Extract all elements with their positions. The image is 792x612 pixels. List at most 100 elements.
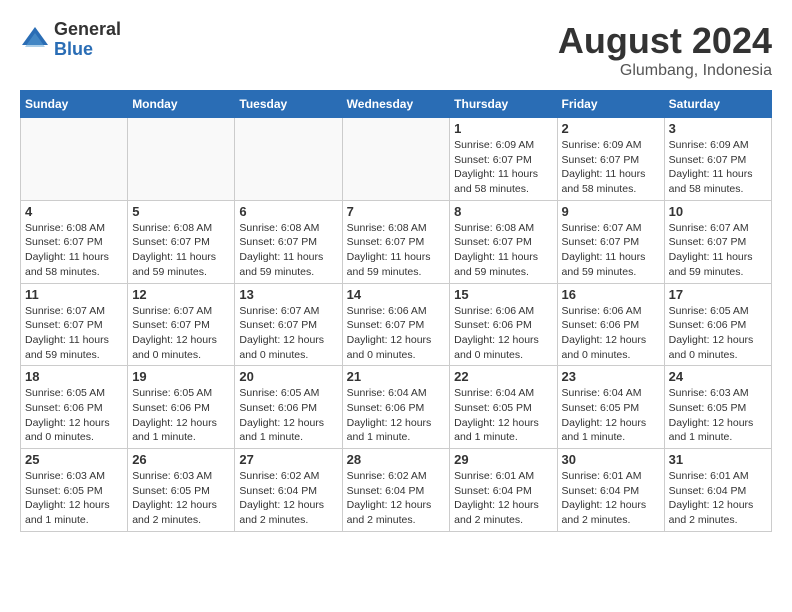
day-info: Sunrise: 6:09 AM Sunset: 6:07 PM Dayligh… [454, 138, 552, 197]
day-info: Sunrise: 6:08 AM Sunset: 6:07 PM Dayligh… [25, 221, 123, 280]
calendar-table: Sunday Monday Tuesday Wednesday Thursday… [20, 90, 772, 532]
table-row: 21 Sunrise: 6:04 AM Sunset: 6:06 PM Dayli… [342, 366, 450, 449]
day-info: Sunrise: 6:02 AM Sunset: 6:04 PM Dayligh… [347, 469, 446, 528]
table-row: 19Sunrise: 6:05 AM Sunset: 6:06 PM Dayli… [128, 366, 235, 449]
day-info: Sunrise: 6:09 AM Sunset: 6:07 PM Dayligh… [669, 138, 767, 197]
day-info: Sunrise: 6:01 AM Sunset: 6:04 PM Dayligh… [454, 469, 552, 528]
table-row: 4 Sunrise: 6:08 AM Sunset: 6:07 PM Daylig… [21, 200, 128, 283]
table-row: 16Sunrise: 6:06 AM Sunset: 6:06 PM Dayli… [557, 283, 664, 366]
page-header: General Blue August 2024 Glumbang, Indon… [20, 20, 772, 80]
table-row: 22 Sunrise: 6:04 AM Sunset: 6:05 PM Dayli… [450, 366, 557, 449]
logo: General Blue [20, 20, 121, 60]
day-info: Sunrise: 6:09 AM Sunset: 6:07 PM Dayligh… [562, 138, 660, 197]
day-info: Sunrise: 6:03 AM Sunset: 6:05 PM Dayligh… [25, 469, 123, 528]
table-row: 13 Sunrise: 6:07 AM Sunset: 6:07 PM Dayli… [235, 283, 342, 366]
day-info: Sunrise: 6:04 AM Sunset: 6:05 PM Dayligh… [562, 386, 660, 445]
header-thursday: Thursday [450, 91, 557, 118]
day-info: Sunrise: 6:07 AM Sunset: 6:07 PM Dayligh… [132, 304, 230, 363]
logo-general-text: General [54, 20, 121, 40]
day-info: Sunrise: 6:04 AM Sunset: 6:05 PM Dayligh… [454, 386, 552, 445]
day-info: Sunrise: 6:07 AM Sunset: 6:07 PM Dayligh… [562, 221, 660, 280]
day-info: Sunrise: 6:08 AM Sunset: 6:07 PM Dayligh… [132, 221, 230, 280]
table-row: 23 Sunrise: 6:04 AM Sunset: 6:05 PM Dayli… [557, 366, 664, 449]
table-row: 28 Sunrise: 6:02 AM Sunset: 6:04 PM Dayli… [342, 449, 450, 532]
day-number: 12 [132, 287, 230, 302]
table-row: 29Sunrise: 6:01 AM Sunset: 6:04 PM Dayli… [450, 449, 557, 532]
day-number: 8 [454, 204, 552, 219]
location: Glumbang, Indonesia [558, 62, 772, 80]
day-info: Sunrise: 6:06 AM Sunset: 6:06 PM Dayligh… [454, 304, 552, 363]
table-row: 2Sunrise: 6:09 AM Sunset: 6:07 PM Daylig… [557, 118, 664, 201]
day-info: Sunrise: 6:07 AM Sunset: 6:07 PM Dayligh… [25, 304, 123, 363]
table-row [342, 118, 450, 201]
table-row: 27 Sunrise: 6:02 AM Sunset: 6:04 PM Dayli… [235, 449, 342, 532]
day-number: 1 [454, 121, 552, 136]
header-saturday: Saturday [664, 91, 771, 118]
header-tuesday: Tuesday [235, 91, 342, 118]
header-wednesday: Wednesday [342, 91, 450, 118]
day-number: 4 [25, 204, 123, 219]
day-info: Sunrise: 6:07 AM Sunset: 6:07 PM Dayligh… [239, 304, 337, 363]
day-number: 25 [25, 452, 123, 467]
table-row [235, 118, 342, 201]
day-number: 22 [454, 369, 552, 384]
day-number: 21 [347, 369, 446, 384]
table-row: 1 Sunrise: 6:09 AM Sunset: 6:07 PM Daylig… [450, 118, 557, 201]
day-number: 19 [132, 369, 230, 384]
day-number: 23 [562, 369, 660, 384]
calendar-header-row: Sunday Monday Tuesday Wednesday Thursday… [21, 91, 772, 118]
calendar-week-row: 11 Sunrise: 6:07 AM Sunset: 6:07 PM Dayli… [21, 283, 772, 366]
header-friday: Friday [557, 91, 664, 118]
calendar-week-row: 18 Sunrise: 6:05 AM Sunset: 6:06 PM Dayli… [21, 366, 772, 449]
calendar-week-row: 4 Sunrise: 6:08 AM Sunset: 6:07 PM Daylig… [21, 200, 772, 283]
day-info: Sunrise: 6:04 AM Sunset: 6:06 PM Dayligh… [347, 386, 446, 445]
day-info: Sunrise: 6:03 AM Sunset: 6:05 PM Dayligh… [132, 469, 230, 528]
day-number: 10 [669, 204, 767, 219]
day-number: 5 [132, 204, 230, 219]
day-info: Sunrise: 6:08 AM Sunset: 6:07 PM Dayligh… [454, 221, 552, 280]
logo-icon [20, 25, 50, 55]
day-number: 11 [25, 287, 123, 302]
calendar-week-row: 1 Sunrise: 6:09 AM Sunset: 6:07 PM Daylig… [21, 118, 772, 201]
header-monday: Monday [128, 91, 235, 118]
day-info: Sunrise: 6:07 AM Sunset: 6:07 PM Dayligh… [669, 221, 767, 280]
table-row: 18 Sunrise: 6:05 AM Sunset: 6:06 PM Dayli… [21, 366, 128, 449]
day-info: Sunrise: 6:01 AM Sunset: 6:04 PM Dayligh… [562, 469, 660, 528]
day-number: 15 [454, 287, 552, 302]
table-row: 5 Sunrise: 6:08 AM Sunset: 6:07 PM Daylig… [128, 200, 235, 283]
day-number: 27 [239, 452, 337, 467]
day-info: Sunrise: 6:05 AM Sunset: 6:06 PM Dayligh… [239, 386, 337, 445]
table-row: 31 Sunrise: 6:01 AM Sunset: 6:04 PM Dayli… [664, 449, 771, 532]
day-number: 14 [347, 287, 446, 302]
table-row [128, 118, 235, 201]
day-number: 31 [669, 452, 767, 467]
day-number: 7 [347, 204, 446, 219]
day-info: Sunrise: 6:03 AM Sunset: 6:05 PM Dayligh… [669, 386, 767, 445]
table-row: 3Sunrise: 6:09 AM Sunset: 6:07 PM Daylig… [664, 118, 771, 201]
day-info: Sunrise: 6:02 AM Sunset: 6:04 PM Dayligh… [239, 469, 337, 528]
header-sunday: Sunday [21, 91, 128, 118]
day-number: 28 [347, 452, 446, 467]
table-row: 24Sunrise: 6:03 AM Sunset: 6:05 PM Dayli… [664, 366, 771, 449]
day-number: 18 [25, 369, 123, 384]
table-row: 11 Sunrise: 6:07 AM Sunset: 6:07 PM Dayli… [21, 283, 128, 366]
table-row: 25 Sunrise: 6:03 AM Sunset: 6:05 PM Dayli… [21, 449, 128, 532]
table-row: 20 Sunrise: 6:05 AM Sunset: 6:06 PM Dayli… [235, 366, 342, 449]
day-number: 13 [239, 287, 337, 302]
day-number: 20 [239, 369, 337, 384]
table-row: 30Sunrise: 6:01 AM Sunset: 6:04 PM Dayli… [557, 449, 664, 532]
calendar-week-row: 25 Sunrise: 6:03 AM Sunset: 6:05 PM Dayli… [21, 449, 772, 532]
table-row: 7 Sunrise: 6:08 AM Sunset: 6:07 PM Daylig… [342, 200, 450, 283]
table-row [21, 118, 128, 201]
day-info: Sunrise: 6:05 AM Sunset: 6:06 PM Dayligh… [25, 386, 123, 445]
day-number: 6 [239, 204, 337, 219]
day-info: Sunrise: 6:08 AM Sunset: 6:07 PM Dayligh… [239, 221, 337, 280]
day-info: Sunrise: 6:01 AM Sunset: 6:04 PM Dayligh… [669, 469, 767, 528]
table-row: 14 Sunrise: 6:06 AM Sunset: 6:07 PM Dayli… [342, 283, 450, 366]
day-info: Sunrise: 6:08 AM Sunset: 6:07 PM Dayligh… [347, 221, 446, 280]
day-number: 16 [562, 287, 660, 302]
table-row: 10 Sunrise: 6:07 AM Sunset: 6:07 PM Dayli… [664, 200, 771, 283]
day-info: Sunrise: 6:06 AM Sunset: 6:07 PM Dayligh… [347, 304, 446, 363]
month-year: August 2024 [558, 20, 772, 62]
day-number: 9 [562, 204, 660, 219]
